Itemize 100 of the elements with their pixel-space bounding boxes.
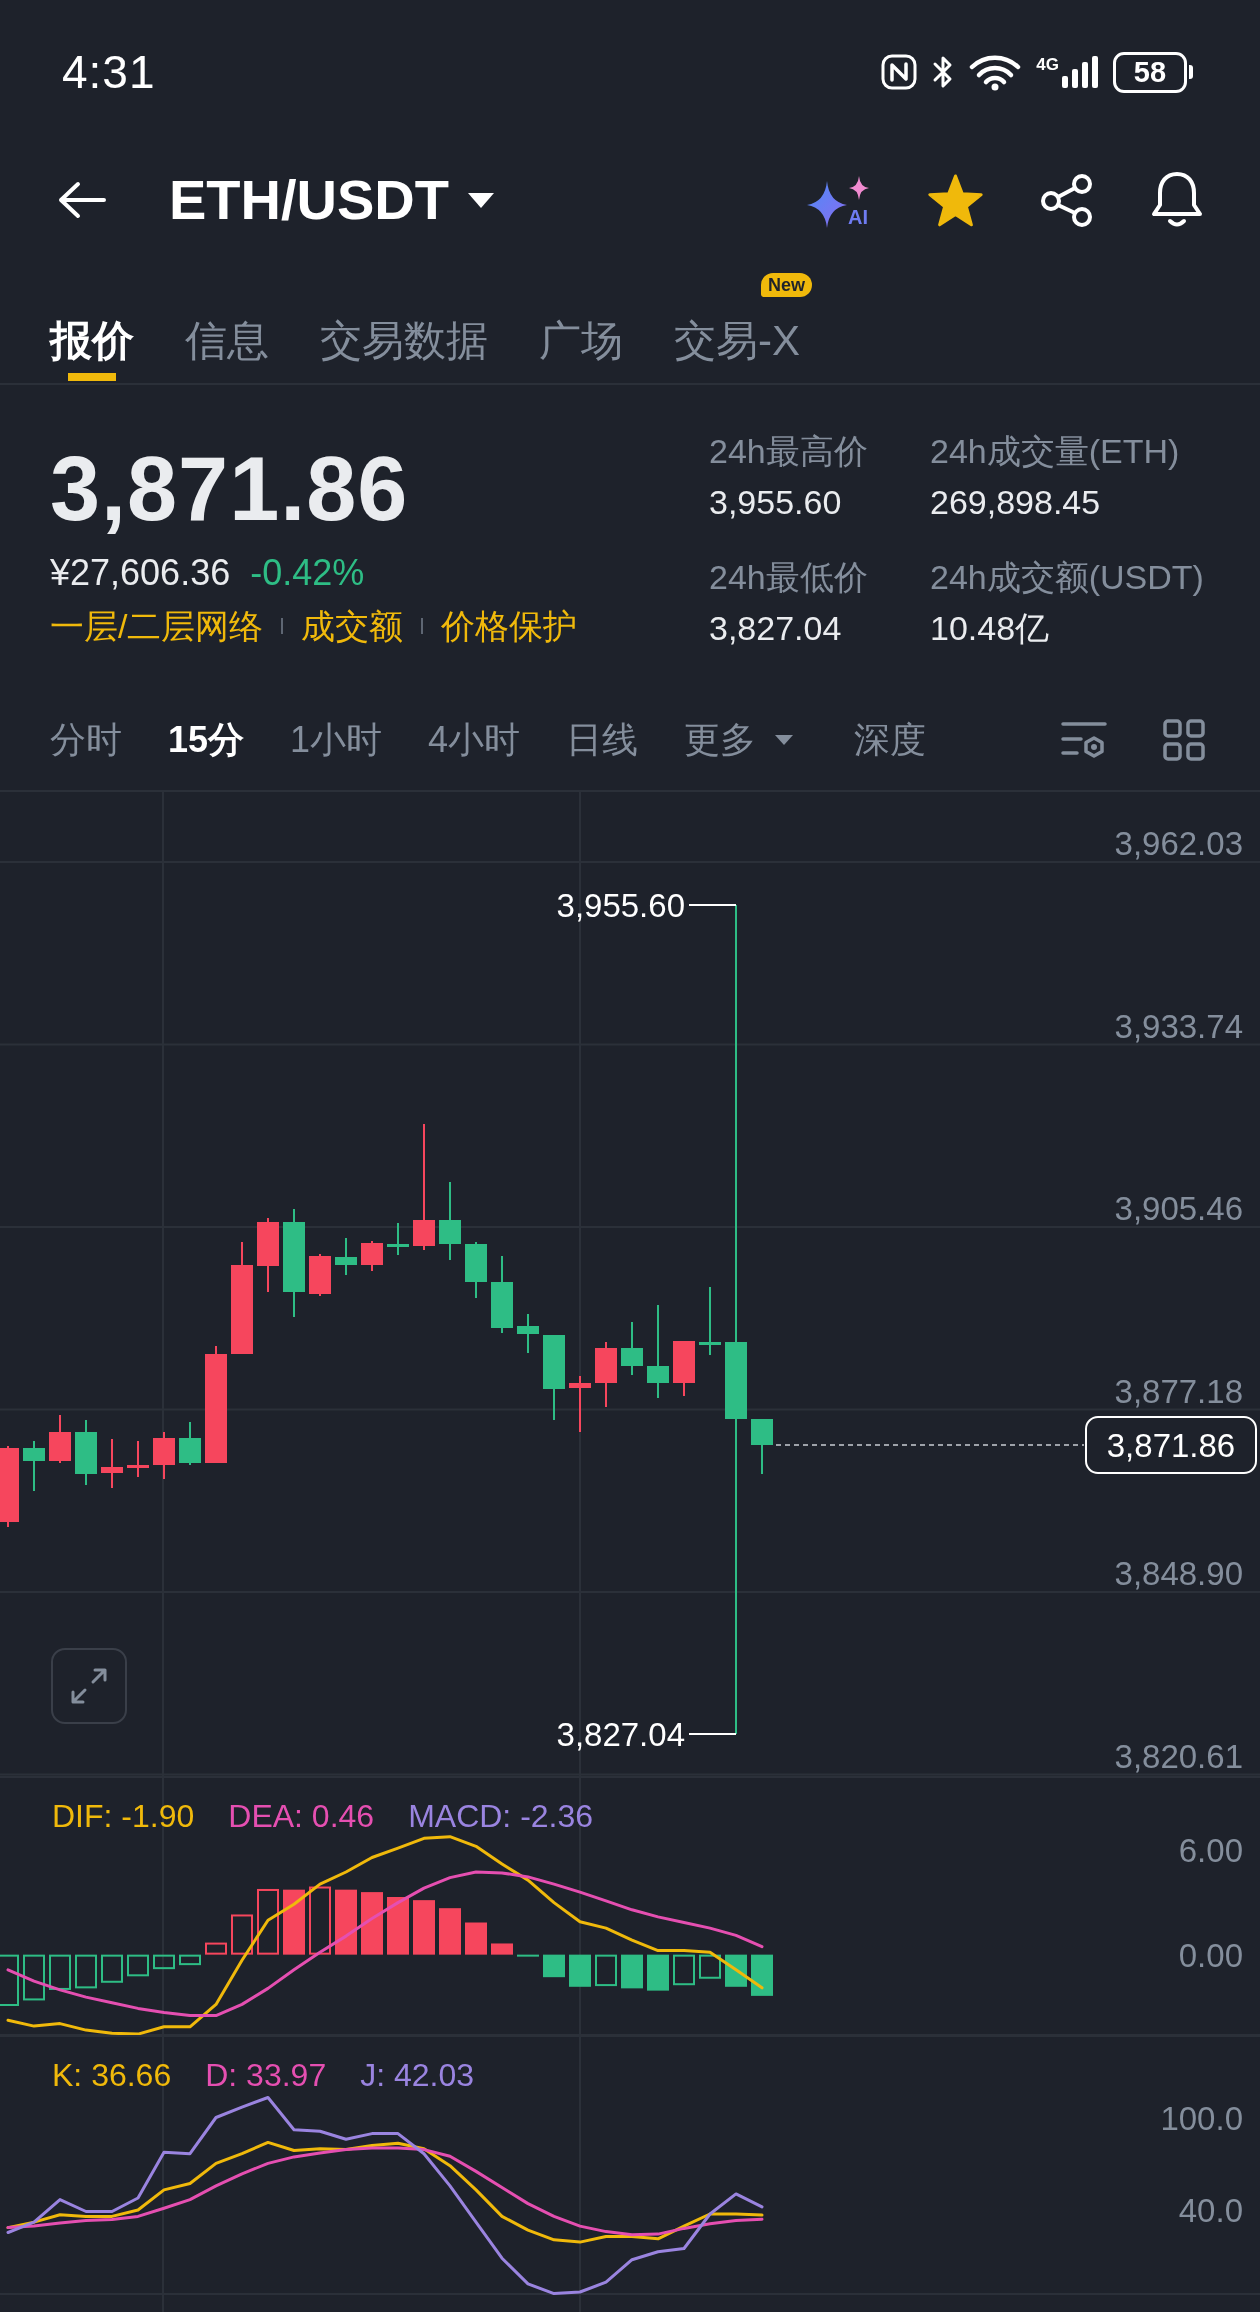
histogram-bar: [205, 1942, 227, 1955]
candlestick: [101, 1439, 123, 1488]
indicator-legend-label: DIF: -1.90: [52, 1797, 195, 1836]
histogram-bar: [439, 1908, 461, 1955]
info-link[interactable]: 成交额: [301, 604, 404, 648]
stat-label: 24h最高价: [709, 431, 869, 472]
axis-tick-label: 40.0: [1178, 2192, 1243, 2229]
back-arrow-icon[interactable]: [56, 180, 108, 220]
high-price-label: 3,955.60: [556, 887, 685, 924]
expand-arrows-icon: [69, 1666, 109, 1706]
page-tab[interactable]: 信息: [185, 256, 269, 383]
histogram-bar: [569, 1954, 591, 1987]
histogram-bar: [595, 1954, 617, 1987]
candlestick: [153, 1432, 175, 1479]
interval-tab[interactable]: 4小时: [428, 715, 521, 765]
last-price: 3,871.86: [50, 439, 409, 539]
stat-label: 24h最低价: [709, 557, 869, 598]
stat-value: 10.48亿: [930, 608, 1051, 649]
candlestick: [335, 1238, 357, 1275]
info-link[interactable]: 价格保护: [441, 604, 578, 648]
price-axis-label: 3,877.18: [1114, 1372, 1243, 1410]
interval-tab[interactable]: 1小时: [290, 715, 383, 765]
caret-icon: [467, 191, 495, 209]
leader-line: [688, 1733, 737, 1735]
axis-tick-label: 100.0: [1160, 2100, 1243, 2137]
histogram-bar: [179, 1954, 201, 1966]
candlestick: [673, 1341, 695, 1396]
candlestick: [465, 1242, 487, 1298]
histogram-bar: [387, 1897, 409, 1955]
candlestick: [49, 1415, 71, 1463]
more-dropdown[interactable]: 更多: [684, 715, 795, 765]
interval-tab[interactable]: 分时: [50, 715, 122, 765]
indicator-legend-label: K: 36.66: [52, 2056, 172, 2095]
info-link[interactable]: 一层/二层网络: [50, 604, 264, 648]
nfc-icon: [881, 54, 918, 90]
histogram-bar: [751, 1954, 773, 1996]
histogram-bar: [517, 1954, 539, 1957]
share-icon[interactable]: [1039, 172, 1094, 228]
stat-value: 3,827.04: [709, 608, 843, 649]
price-axis-label: 3,820.61: [1114, 1737, 1243, 1775]
candlestick: [387, 1223, 409, 1255]
caret-icon: [774, 734, 795, 746]
star-icon[interactable]: [927, 173, 984, 227]
page-tab[interactable]: 交易数据: [320, 256, 488, 383]
price-axis-label: 3,962.03: [1114, 825, 1243, 862]
fullscreen-button[interactable]: [51, 1648, 127, 1724]
interval-tab[interactable]: 15分: [168, 715, 245, 765]
low-price-label: 3,827.04: [556, 1716, 685, 1753]
candlestick: [127, 1441, 149, 1477]
histogram-bar: [257, 1888, 279, 1955]
pair-selector[interactable]: ETH/USDT: [169, 168, 495, 232]
price-axis-label: 3,905.46: [1114, 1190, 1243, 1227]
interval-tab[interactable]: 深度: [854, 715, 927, 765]
histogram-bar: [673, 1954, 695, 1986]
histogram-bar: [49, 1954, 71, 1990]
stat-value: 3,955.60: [709, 482, 843, 523]
candlestick: [309, 1254, 331, 1296]
candlestick: [517, 1314, 539, 1353]
candlestick: [23, 1441, 45, 1491]
histogram-bar: [231, 1914, 253, 1955]
leader-line: [688, 904, 737, 906]
histogram-bar: [621, 1954, 643, 1989]
axis-tick-label: 6.00: [1178, 1831, 1243, 1869]
candlestick: [569, 1376, 591, 1432]
histogram-bar: [335, 1889, 357, 1955]
histogram-bar: [101, 1954, 123, 1983]
histogram-bar: [75, 1954, 97, 1989]
indicator-settings-icon[interactable]: [1061, 720, 1107, 760]
clock-time: 4:31: [62, 45, 156, 100]
indicator-legend-label: D: 33.97: [205, 2056, 327, 2095]
histogram-bar: [309, 1886, 331, 1955]
histogram-bar: [543, 1954, 565, 1978]
candlestick: [595, 1342, 617, 1407]
histogram-bar: [699, 1954, 721, 1979]
stat-value: 269,898.45: [930, 482, 1102, 523]
candlestick: [621, 1322, 643, 1375]
candlestick: [361, 1241, 383, 1271]
stat-label: 24h成交量(ETH): [930, 431, 1181, 472]
histogram-bar: [0, 1954, 19, 2006]
wifi-icon: [969, 53, 1022, 91]
price-change: -0.42%: [250, 551, 365, 595]
grid-layout-icon[interactable]: [1163, 719, 1205, 761]
candlestick: [75, 1420, 97, 1485]
histogram-bar: [283, 1889, 305, 1955]
fiat-price: ¥27,606.36: [50, 551, 231, 595]
small-sparkle-icon: [848, 175, 870, 201]
candlestick: [751, 1419, 773, 1474]
indicator-legend-label: DEA: 0.46: [228, 1797, 375, 1836]
ai-assistant-button[interactable]: AI: [806, 171, 872, 229]
candlestick: [179, 1422, 201, 1465]
histogram-bar: [361, 1892, 383, 1955]
histogram-bar: [23, 1954, 45, 2001]
network-type-label: 4G: [1036, 56, 1059, 74]
indicator-legend-label: J: 42.03: [360, 2056, 475, 2095]
axis-tick-label: 0.00: [1178, 1936, 1243, 1974]
histogram-bar: [465, 1922, 487, 1955]
histogram-bar: [491, 1943, 513, 1955]
candlestick: [699, 1287, 721, 1355]
interval-tab[interactable]: 日线: [566, 715, 639, 765]
page-tab[interactable]: 广场: [539, 256, 623, 383]
